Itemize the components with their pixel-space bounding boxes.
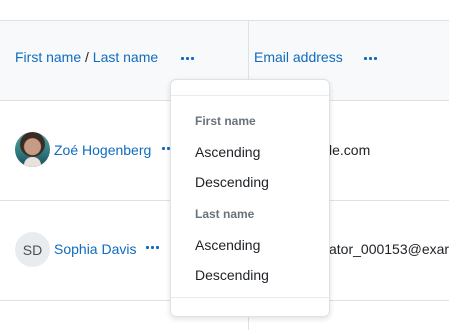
- more-actions-icon[interactable]: [146, 241, 159, 253]
- sort-dropdown-menu: First name Ascending Descending Last nam…: [170, 79, 330, 317]
- menu-divider: [171, 95, 329, 96]
- name-column-header: First name / Last name: [15, 49, 158, 65]
- sort-first-name-ascending[interactable]: Ascending: [195, 144, 260, 160]
- menu-section-header: Last name: [195, 207, 255, 221]
- avatar: SD: [15, 232, 50, 267]
- avatar: [15, 132, 50, 167]
- menu-divider: [171, 297, 329, 298]
- sort-email-link[interactable]: Email address: [254, 49, 343, 65]
- table-divider: [0, 20, 449, 21]
- email-cell: ator_000153@exar: [329, 241, 449, 257]
- menu-section-header: First name: [195, 114, 256, 128]
- more-actions-icon[interactable]: [364, 52, 377, 64]
- sort-last-name-link[interactable]: Last name: [93, 49, 158, 65]
- sort-first-name-descending[interactable]: Descending: [195, 174, 269, 190]
- sort-last-name-ascending[interactable]: Ascending: [195, 237, 260, 253]
- sort-last-name-descending[interactable]: Descending: [195, 267, 269, 283]
- name-separator: /: [85, 49, 89, 65]
- more-actions-icon[interactable]: [181, 52, 194, 64]
- user-name-link[interactable]: Sophia Davis: [54, 241, 137, 257]
- email-cell: le.com: [329, 142, 371, 158]
- sort-first-name-link[interactable]: First name: [15, 49, 81, 65]
- user-name-link[interactable]: Zoé Hogenberg: [54, 142, 151, 158]
